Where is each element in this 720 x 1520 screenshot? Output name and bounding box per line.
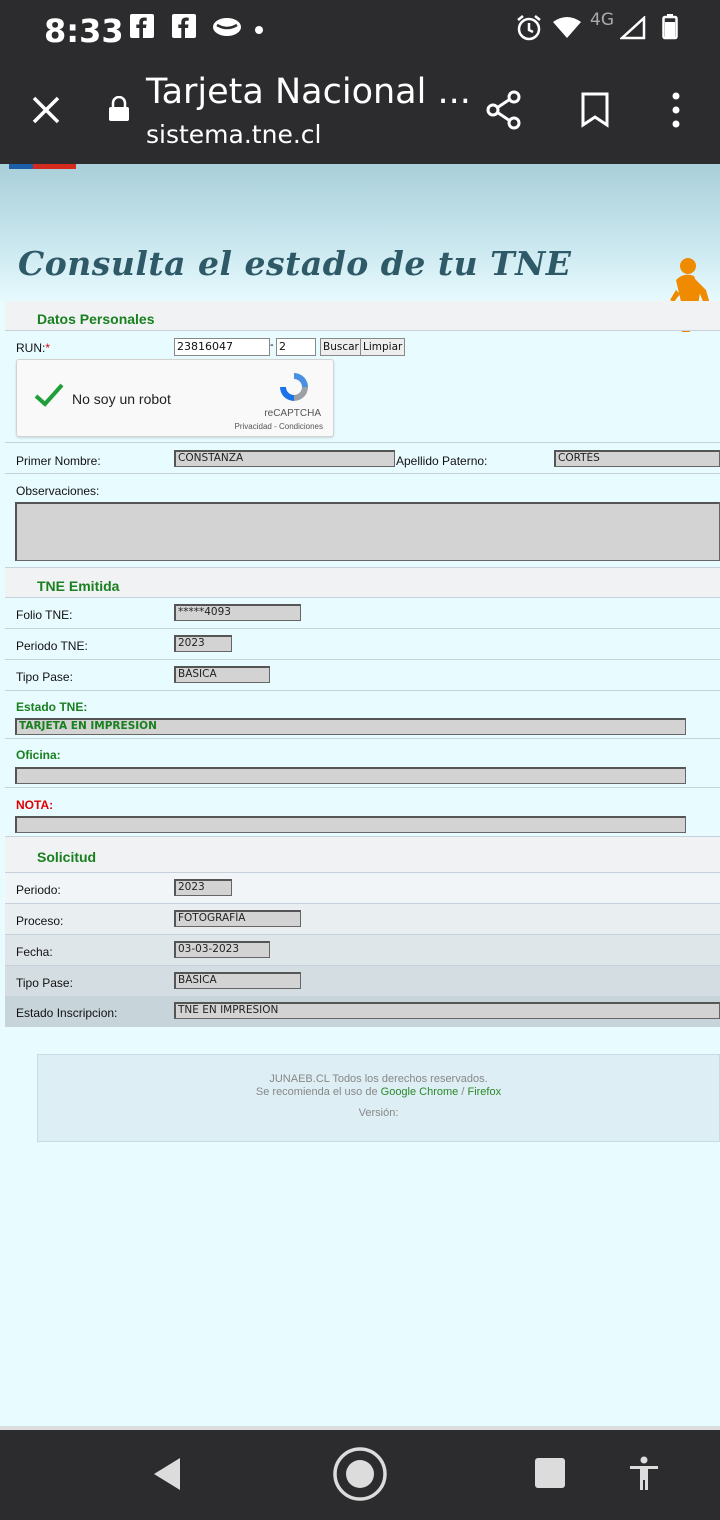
proceso-row: Proceso: FOTOGRAFÍA xyxy=(5,904,720,935)
recaptcha-widget[interactable]: No soy un robot reCAPTCHA Privacidad - C… xyxy=(16,359,334,437)
oficina-field xyxy=(15,767,686,784)
more-menu-icon[interactable] xyxy=(666,92,686,133)
page-title[interactable]: Tarjeta Nacional ... xyxy=(146,72,471,112)
mask-icon xyxy=(212,16,242,43)
proceso-label: Proceso: xyxy=(16,914,64,928)
section-datos-personales: Datos Personales xyxy=(5,301,720,331)
observaciones-field xyxy=(15,502,720,561)
captcha-terms[interactable]: Privacidad - Condiciones xyxy=(235,422,324,431)
limpiar-button[interactable]: Limpiar xyxy=(360,338,406,356)
battery-icon xyxy=(662,14,678,45)
checkmark-icon[interactable] xyxy=(33,382,65,413)
solicitud-periodo-row: Periodo: 2023 xyxy=(5,873,720,904)
periodo-tne-row: Periodo TNE: 2023 xyxy=(5,629,720,660)
estado-tne-field: TARJETA EN IMPRESIÓN xyxy=(15,718,686,735)
solicitud-tipo-pase-field: BÁSICA xyxy=(174,972,301,989)
estado-tne-row: Estado TNE: TARJETA EN IMPRESIÓN xyxy=(5,691,720,739)
nombre-row: Primer Nombre: CONSTANZA Apellido Patern… xyxy=(5,443,720,474)
oficina-label: Oficina: xyxy=(16,748,61,762)
signal-icon xyxy=(618,15,646,45)
alarm-icon xyxy=(515,14,543,47)
home-icon[interactable] xyxy=(332,1446,388,1507)
periodo-tne-field: 2023 xyxy=(174,635,232,652)
section-title: Solicitud xyxy=(37,849,97,865)
status-bar: 8:33 4G xyxy=(0,0,720,56)
close-tab-icon[interactable] xyxy=(30,94,62,131)
notification-dot-icon xyxy=(254,22,264,40)
apellido-paterno-label: Apellido Paterno: xyxy=(396,454,488,468)
apellido-paterno-field: CORTÉS xyxy=(554,450,720,467)
section-solicitud: Solicitud xyxy=(5,837,720,873)
lock-icon[interactable] xyxy=(108,95,130,127)
chrome-link[interactable]: Google Chrome xyxy=(381,1086,459,1098)
periodo-tne-label: Periodo TNE: xyxy=(16,639,88,653)
primer-nombre-label: Primer Nombre: xyxy=(16,454,101,468)
bookmark-icon[interactable] xyxy=(580,92,610,133)
tipo-pase-tne-row: Tipo Pase: BÁSICA xyxy=(5,660,720,691)
section-title: TNE Emitida xyxy=(37,578,120,594)
facebook-icon xyxy=(130,14,154,43)
solicitud-periodo-label: Periodo: xyxy=(16,883,61,897)
section-tne-emitida: TNE Emitida xyxy=(5,568,720,598)
accessibility-icon[interactable] xyxy=(628,1456,660,1497)
section-title: Datos Personales xyxy=(37,311,155,327)
network-type: 4G xyxy=(590,10,614,30)
observaciones-label: Observaciones: xyxy=(16,484,100,498)
header-banner xyxy=(0,164,720,304)
banner-title: Consulta el estado de tu TNE xyxy=(18,244,572,283)
status-time: 8:33 xyxy=(44,12,124,50)
estado-tne-label: Estado TNE: xyxy=(16,700,88,714)
folio-field: *****4093 xyxy=(174,604,301,621)
oficina-row: Oficina: xyxy=(5,739,720,788)
footer-recommend: Se recomienda el uso de Google Chrome / … xyxy=(255,1086,502,1098)
fecha-row: Fecha: 03-03-2023 xyxy=(5,935,720,966)
tipo-pase-label: Tipo Pase: xyxy=(16,670,73,684)
recents-icon[interactable] xyxy=(535,1458,565,1493)
solicitud-tipo-pase-row: Tipo Pase: BÁSICA xyxy=(5,966,720,997)
nota-field xyxy=(15,816,686,833)
folio-row: Folio TNE: *****4093 xyxy=(5,598,720,629)
estado-inscripcion-row: Estado Inscripcion: TNE EN IMPRESION xyxy=(5,997,720,1027)
wifi-icon xyxy=(552,16,582,45)
firefox-link[interactable]: Firefox xyxy=(467,1086,501,1098)
footer-copyright: JUNAEB.CL Todos los derechos reservados. xyxy=(269,1073,488,1085)
form-content: Datos Personales RUN:* 23816047 - 2 Busc… xyxy=(5,301,720,1027)
run-separator: - xyxy=(270,339,274,351)
fecha-field: 03-03-2023 xyxy=(174,941,270,958)
tipo-pase-field: BÁSICA xyxy=(174,666,270,683)
run-row: RUN:* 23816047 - 2 Buscar Limpiar No soy… xyxy=(5,331,720,443)
fecha-label: Fecha: xyxy=(16,945,53,959)
web-page: Consulta el estado de tu TNE Datos Perso… xyxy=(0,164,720,1426)
captcha-label: No soy un robot xyxy=(72,391,171,407)
dv-input[interactable]: 2 xyxy=(276,338,316,356)
run-input[interactable]: 23816047 xyxy=(174,338,270,356)
footer-version: Versión: xyxy=(358,1107,399,1119)
captcha-brand: reCAPTCHA xyxy=(264,408,321,419)
nota-row: NOTA: xyxy=(5,788,720,837)
page-footer: JUNAEB.CL Todos los derechos reservados.… xyxy=(37,1054,720,1142)
buscar-button[interactable]: Buscar xyxy=(320,338,362,356)
run-label: RUN:* xyxy=(16,341,51,355)
primer-nombre-field: CONSTANZA xyxy=(174,450,395,467)
solicitud-tipo-pase-label: Tipo Pase: xyxy=(16,976,73,990)
observaciones-row: Observaciones: xyxy=(5,474,720,568)
estado-inscripcion-label: Estado Inscripcion: xyxy=(16,1006,118,1020)
facebook-icon xyxy=(172,14,196,43)
recaptcha-logo-icon xyxy=(277,370,311,409)
estado-inscripcion-field: TNE EN IMPRESION xyxy=(174,1002,720,1019)
back-icon[interactable] xyxy=(150,1456,184,1497)
proceso-field: FOTOGRAFÍA xyxy=(174,910,301,927)
browser-toolbar: Tarjeta Nacional ... sistema.tne.cl xyxy=(0,56,720,164)
page-url[interactable]: sistema.tne.cl xyxy=(146,120,321,149)
share-icon[interactable] xyxy=(486,90,522,135)
folio-label: Folio TNE: xyxy=(16,608,73,622)
gov-flag-bar xyxy=(9,164,76,169)
solicitud-periodo-field: 2023 xyxy=(174,879,232,896)
nota-label: NOTA: xyxy=(16,798,54,812)
android-nav-bar xyxy=(0,1426,720,1520)
